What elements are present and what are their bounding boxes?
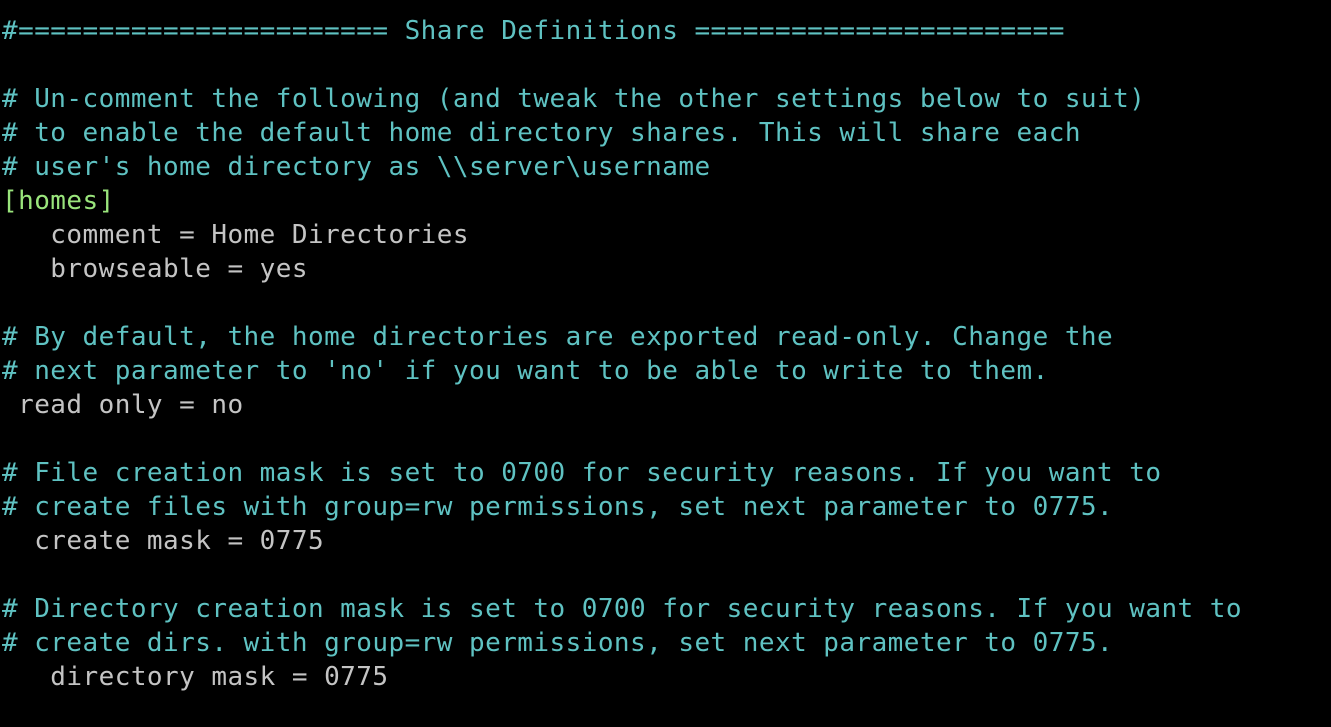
setting-read-only: read only = no: [2, 390, 244, 420]
comment-line: # to enable the default home directory s…: [2, 118, 1081, 148]
comment-line: # File creation mask is set to 0700 for …: [2, 458, 1162, 488]
comment-line: # user's home directory as \\server\user…: [2, 152, 711, 182]
comment-line: # Directory creation mask is set to 0700…: [2, 594, 1242, 624]
comment-line: # By default, the home directories are e…: [2, 322, 1114, 352]
setting-browseable: browseable = yes: [2, 254, 308, 284]
comment-line: # create files with group=rw permissions…: [2, 492, 1114, 522]
setting-create-mask: create mask = 0775: [2, 526, 325, 556]
comment-line: # next parameter to 'no' if you want to …: [2, 356, 1049, 386]
comment-line: # create dirs. with group=rw permissions…: [2, 628, 1114, 658]
section-header-homes: [homes]: [2, 186, 115, 216]
setting-directory-mask: directory mask = 0775: [2, 662, 389, 692]
setting-comment: comment = Home Directories: [2, 220, 469, 250]
terminal-editor[interactable]: #======================= Share Definitio…: [0, 0, 1331, 727]
comment-line: # Un-comment the following (and tweak th…: [2, 84, 1146, 114]
share-definitions-header-line: #======================= Share Definitio…: [2, 16, 1065, 46]
